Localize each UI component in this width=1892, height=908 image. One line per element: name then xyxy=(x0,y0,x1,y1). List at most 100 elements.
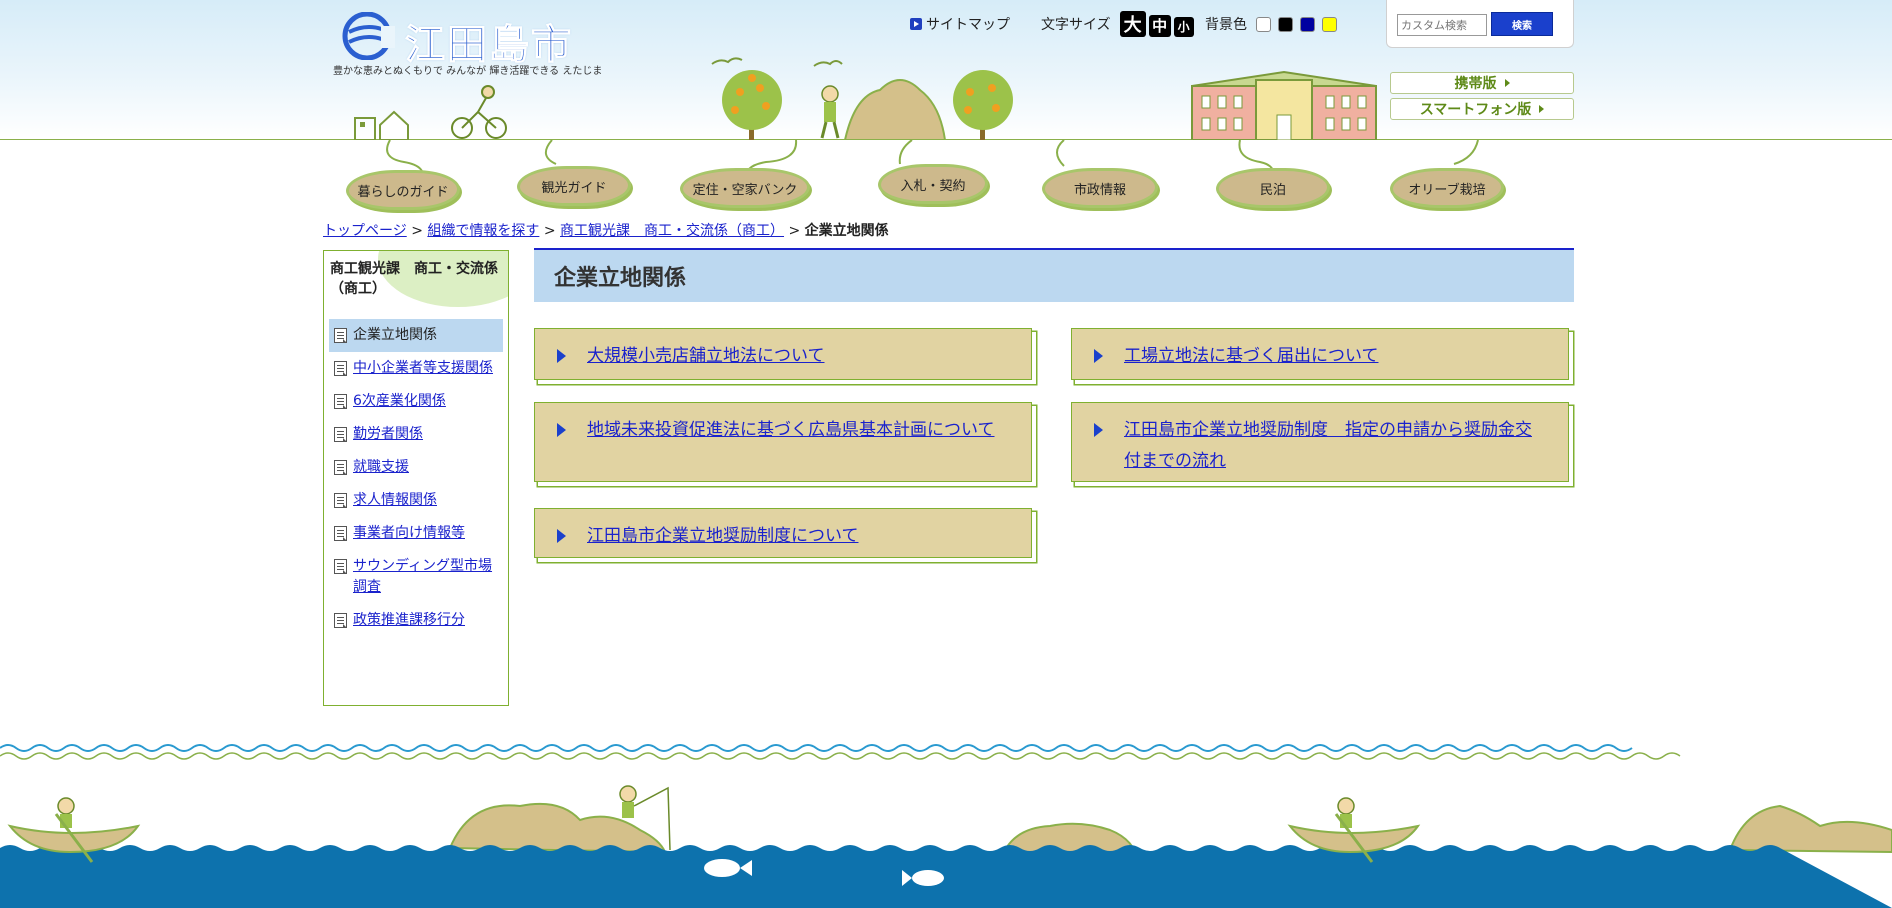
sidebar-item-label[interactable]: 中小企業者等支援関係 xyxy=(353,360,493,376)
breadcrumb-link-top[interactable]: トップページ xyxy=(323,223,407,239)
nav-item-tourism-guide[interactable]: 観光ガイド xyxy=(517,166,631,206)
document-icon xyxy=(334,427,347,442)
triangle-right-icon xyxy=(1504,79,1510,87)
mobile-version-button[interactable]: 携帯版 xyxy=(1390,72,1574,94)
link-card[interactable]: 江田島市企業立地奨励制度 指定の申請から奨励金交付までの流れ xyxy=(1071,402,1574,487)
nav-item-bidding-contracts[interactable]: 入札・契約 xyxy=(878,164,988,204)
nav-item-label: 暮らしのガイド xyxy=(357,184,449,200)
bg-white-swatch[interactable] xyxy=(1256,16,1271,32)
sidebar-item-label[interactable]: 求人情報関係 xyxy=(353,492,437,508)
font-size-large-button[interactable]: 大 xyxy=(1119,11,1146,37)
bg-yellow-swatch[interactable] xyxy=(1322,16,1337,32)
sidebar-item-employment-support[interactable]: 就職支援 xyxy=(329,451,503,484)
sidebar-heading-text: 商工観光課 商工・交流係（商工） xyxy=(330,261,498,297)
school-building-illustration xyxy=(1191,70,1377,140)
house-illustration xyxy=(354,110,409,140)
nav-item-label: オリーブ栽培 xyxy=(1408,182,1486,198)
sitemap-label: サイトマップ xyxy=(926,17,1010,33)
font-size-small-button[interactable]: 小 xyxy=(1173,16,1194,37)
background-color-control: 背景色 xyxy=(1205,14,1337,34)
breadcrumb-separator: > xyxy=(788,223,801,239)
sidebar-item-label[interactable]: 政策推進課移行分 xyxy=(353,612,465,628)
sidebar-item-sounding-survey[interactable]: サウンディング型市場調査 xyxy=(329,550,503,604)
sidebar-item-label[interactable]: 就職支援 xyxy=(353,459,409,475)
sidebar-item-policy-promotion[interactable]: 政策推進課移行分 xyxy=(329,604,503,637)
document-icon xyxy=(334,328,347,343)
search-input[interactable] xyxy=(1397,14,1487,36)
link-card[interactable]: 工場立地法に基づく届出について xyxy=(1071,328,1574,385)
triangle-right-icon xyxy=(1094,423,1103,437)
bg-black-swatch[interactable] xyxy=(1278,16,1293,32)
link-regional-future-investment-plan[interactable]: 地域未来投資促進法に基づく広島県基本計画について xyxy=(587,415,1011,446)
breadcrumb-link-organization[interactable]: 組織で情報を探す xyxy=(427,223,539,239)
site-search: 検索 xyxy=(1386,0,1574,48)
document-icon xyxy=(334,493,347,508)
sidebar-item-label[interactable]: 勤労者関係 xyxy=(353,426,423,442)
logo-tagline: 豊かな恵みとぬくもりで みんなが 輝き活躍できる えたじま xyxy=(333,66,603,77)
link-large-retail-store-law[interactable]: 大規模小売店舗立地法について xyxy=(587,341,1011,372)
breadcrumb-link-department[interactable]: 商工観光課 商工・交流係（商工） xyxy=(560,223,784,239)
nav-item-settlement-vacant-house-bank[interactable]: 定住・空家バンク xyxy=(680,168,810,208)
triangle-right-icon xyxy=(1094,349,1103,363)
sidebar-item-workers[interactable]: 勤労者関係 xyxy=(329,418,503,451)
link-incentive-application-flow[interactable]: 江田島市企業立地奨励制度 指定の申請から奨励金交付までの流れ xyxy=(1124,415,1548,477)
search-button[interactable]: 検索 xyxy=(1491,12,1553,36)
document-icon xyxy=(334,361,347,376)
background-color-label: 背景色 xyxy=(1205,17,1247,33)
nav-item-olive-cultivation[interactable]: オリーブ栽培 xyxy=(1390,168,1504,208)
nav-item-minpaku[interactable]: 民泊 xyxy=(1216,168,1330,208)
document-icon xyxy=(334,613,347,628)
nav-item-label: 観光ガイド xyxy=(541,180,607,196)
sitemap-link[interactable]: サイトマップ xyxy=(910,14,1010,34)
site-header: 江田島市 豊かな恵みとぬくもりで みんなが 輝き活躍できる えたじま サイトマッ… xyxy=(0,0,1892,140)
mobile-version-label: 携帯版 xyxy=(1454,76,1497,92)
sidebar-heading: 商工観光課 商工・交流係（商工） xyxy=(324,251,508,311)
sidebar: 商工観光課 商工・交流係（商工） 企業立地関係 中小企業者等支援関係 6次産業化… xyxy=(323,250,509,706)
document-icon xyxy=(334,394,347,409)
smartphone-version-button[interactable]: スマートフォン版 xyxy=(1390,98,1574,120)
breadcrumb: トップページ > 組織で情報を探す > 商工観光課 商工・交流係（商工） > 企… xyxy=(323,220,889,240)
document-icon xyxy=(334,559,347,574)
sidebar-menu: 企業立地関係 中小企業者等支援関係 6次産業化関係 勤労者関係 就職支援 求人情… xyxy=(324,311,508,637)
footer-sea-illustration xyxy=(0,744,1892,908)
cyclist-illustration xyxy=(451,85,507,139)
site-logo[interactable]: 江田島市 豊かな恵みとぬくもりで みんなが 輝き活躍できる えたじま xyxy=(333,8,602,78)
triangle-right-icon xyxy=(557,349,566,363)
arrow-right-icon xyxy=(910,18,922,30)
sidebar-item-label[interactable]: サウンディング型市場調査 xyxy=(353,558,492,595)
nav-item-label: 民泊 xyxy=(1259,182,1286,198)
link-incentive-system[interactable]: 江田島市企業立地奨励制度について xyxy=(587,521,1011,552)
smartphone-version-label: スマートフォン版 xyxy=(1419,102,1532,118)
link-factory-location-law[interactable]: 工場立地法に基づく届出について xyxy=(1124,341,1548,372)
breadcrumb-current: 企業立地関係 xyxy=(804,223,889,239)
breadcrumb-separator: > xyxy=(543,223,556,239)
breadcrumb-separator: > xyxy=(411,223,423,239)
sidebar-item-sme-support[interactable]: 中小企業者等支援関係 xyxy=(329,352,503,385)
link-card[interactable]: 江田島市企業立地奨励制度について xyxy=(534,508,1037,563)
triangle-right-icon xyxy=(1539,105,1545,113)
sidebar-item-job-information[interactable]: 求人情報関係 xyxy=(329,484,503,517)
nav-item-label: 市政情報 xyxy=(1073,182,1126,198)
triangle-right-icon xyxy=(557,529,566,543)
sidebar-item-business-information[interactable]: 事業者向け情報等 xyxy=(329,517,503,550)
sidebar-item-label[interactable]: 6次産業化関係 xyxy=(353,393,446,409)
font-size-medium-button[interactable]: 中 xyxy=(1148,14,1171,37)
orange-tree-illustration xyxy=(722,70,782,140)
link-card[interactable]: 大規模小売店舗立地法について xyxy=(534,328,1037,385)
global-navigation: 暮らしのガイド 観光ガイド 定住・空家バンク 入札・契約 市政情報 民泊 オリー… xyxy=(0,140,1892,215)
farmer-illustration xyxy=(820,85,840,139)
sidebar-item-label: 企業立地関係 xyxy=(353,327,437,343)
nav-item-label: 入札・契約 xyxy=(900,178,966,194)
link-card[interactable]: 地域未来投資促進法に基づく広島県基本計画について xyxy=(534,402,1037,487)
document-icon xyxy=(334,526,347,541)
nav-item-city-information[interactable]: 市政情報 xyxy=(1042,168,1158,208)
nav-item-label: 定住・空家バンク xyxy=(692,182,798,198)
bg-blue-swatch[interactable] xyxy=(1300,16,1315,32)
logo-mark-icon xyxy=(342,12,395,60)
page-title: 企業立地関係 xyxy=(534,248,1574,302)
sidebar-item-label[interactable]: 事業者向け情報等 xyxy=(353,525,465,541)
sidebar-item-sixth-industrialization[interactable]: 6次産業化関係 xyxy=(329,385,503,418)
sidebar-item-corporate-location[interactable]: 企業立地関係 xyxy=(329,319,503,352)
triangle-right-icon xyxy=(557,423,566,437)
nav-item-living-guide[interactable]: 暮らしのガイド xyxy=(346,170,460,210)
